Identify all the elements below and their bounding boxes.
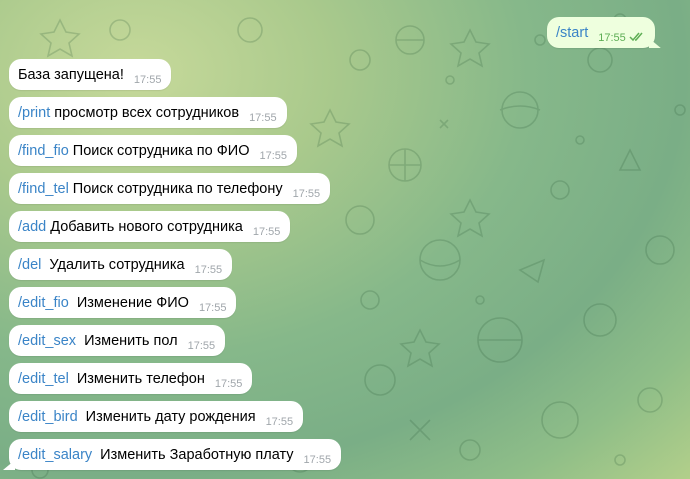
message-time: 17:55 [303, 453, 332, 466]
command-link-edit-salary[interactable]: /edit_salary [18, 447, 92, 463]
bot-message: /del Удалить сотрудника 17:55 [9, 249, 233, 280]
bot-message: /find_fio Поиск сотрудника по ФИО 17:55 [9, 135, 297, 166]
bot-message: /edit_bird Изменить дату рождения 17:55 [9, 401, 304, 432]
message-time: 17:55 [198, 301, 227, 314]
command-link-find-fio[interactable]: /find_fio [18, 143, 69, 159]
bot-message: /add Добавить нового сотрудника 17:55 [9, 211, 291, 242]
command-link-edit-sex[interactable]: /edit_sex [18, 333, 76, 349]
message-text: Поиск сотрудника по телефону [72, 180, 283, 197]
double-check-icon [629, 30, 645, 46]
bot-message: /edit_fio Изменение ФИО 17:55 [9, 287, 237, 318]
message-time: 17:55 [598, 31, 626, 44]
message-text: Добавить нового сотрудника [50, 218, 243, 235]
command-link-add[interactable]: /add [18, 219, 46, 235]
command-link-edit-bird[interactable]: /edit_bird [18, 409, 78, 425]
command-link-edit-fio[interactable]: /edit_fio [18, 295, 69, 311]
message-text: База запущена! [18, 66, 124, 83]
command-link-del[interactable]: /del [18, 257, 41, 273]
message-text: Изменить телефон [72, 370, 205, 387]
message-text: Изменить дату рождения [81, 408, 256, 425]
message-time: 17:55 [252, 225, 281, 238]
message-text: Изменить пол [80, 332, 178, 349]
message-time: 17:55 [265, 415, 294, 428]
bot-message: /print просмотр всех сотрудников 17:55 [9, 97, 287, 128]
command-link-print[interactable]: /print [18, 105, 50, 121]
message-time: 17:55 [133, 73, 162, 86]
message-time: 17:55 [194, 263, 223, 276]
bot-message: /edit_salary Изменить Заработную плату 1… [9, 439, 342, 470]
chat-area: /start 17:55 База запущена! 17:55 /print… [0, 0, 690, 479]
command-link-edit-tel[interactable]: /edit_tel [18, 371, 69, 387]
bot-message: /edit_tel Изменить телефон 17:55 [9, 363, 253, 394]
command-link-find-tel[interactable]: /find_tel [18, 181, 69, 197]
message-time: 17:55 [249, 111, 277, 124]
message-text: просмотр всех сотрудников [54, 104, 240, 121]
bot-message: База запущена! 17:55 [9, 59, 172, 90]
bot-message: /find_tel Поиск сотрудника по телефону 1… [9, 173, 331, 204]
outgoing-message: /start 17:55 [547, 17, 655, 48]
message-text: Удалить сотрудника [45, 256, 185, 273]
message-text: Изменение ФИО [72, 294, 189, 311]
message-time: 17:55 [259, 149, 287, 162]
message-text: Поиск сотрудника по ФИО [72, 142, 250, 159]
message-time: 17:55 [292, 187, 321, 200]
message-time: 17:55 [214, 377, 243, 390]
start-command-link[interactable]: /start [556, 25, 588, 41]
message-text: Изменить Заработную плату [96, 446, 294, 463]
message-time: 17:55 [187, 339, 216, 352]
bot-message: /edit_sex Изменить пол 17:55 [9, 325, 226, 356]
